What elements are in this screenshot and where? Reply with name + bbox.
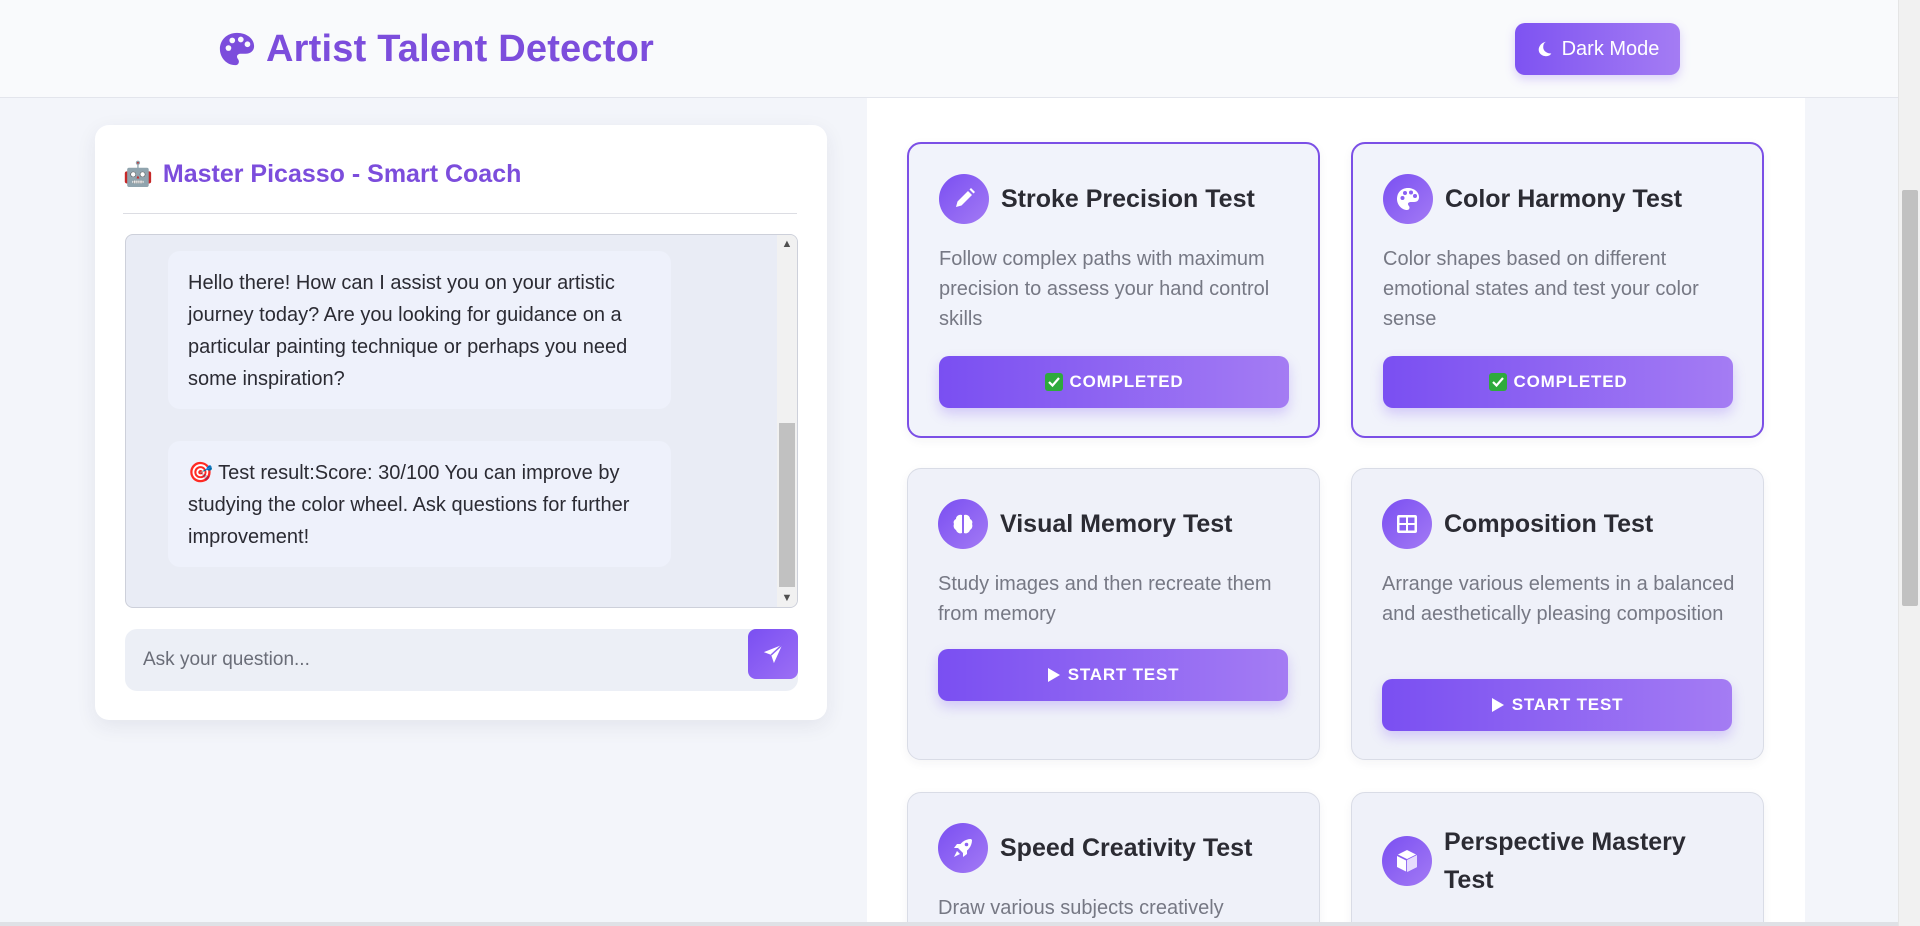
chat-messages[interactable]: Hello there! How can I assist you on you… [125, 234, 798, 608]
tests-panel: Stroke Precision Test Follow complex pat… [867, 98, 1805, 926]
play-icon [1047, 668, 1060, 682]
completed-button[interactable]: COMPLETED [1383, 356, 1733, 408]
send-button[interactable] [748, 629, 798, 679]
test-description: Color shapes based on different emotiona… [1383, 248, 1699, 330]
dark-mode-button[interactable]: Dark Mode [1515, 23, 1680, 75]
test-description: Draw various subjects creatively [938, 897, 1224, 919]
button-label: START TEST [1511, 695, 1624, 714]
chat-panel: 🤖 Master Picasso - Smart Coach Hello the… [95, 125, 827, 720]
palette-icon [219, 32, 255, 66]
test-title: Color Harmony Test [1445, 185, 1683, 213]
chat-header: 🤖 Master Picasso - Smart Coach [123, 157, 521, 191]
test-card-header: Visual Memory Test [938, 499, 1233, 549]
cube-icon [1382, 836, 1432, 886]
scroll-down-arrow-icon[interactable]: ▼ [777, 589, 797, 607]
chat-input-row [125, 629, 798, 691]
test-card-perspective-mastery: Perspective Mastery Test [1351, 792, 1764, 926]
palette-icon [1383, 174, 1433, 224]
test-description: Follow complex paths with maximum precis… [939, 248, 1270, 330]
test-title: Perspective Mastery Test [1444, 828, 1686, 894]
scroll-up-arrow-icon[interactable]: ▲ [777, 235, 797, 253]
test-title: Composition Test [1444, 510, 1654, 538]
test-card-speed-creativity: Speed Creativity Test Draw various subje… [907, 792, 1320, 926]
test-card-color-harmony: Color Harmony Test Color shapes based on… [1351, 142, 1764, 438]
button-label: COMPLETED [1513, 372, 1628, 391]
check-icon [1488, 373, 1507, 391]
robot-icon: 🤖 [123, 160, 153, 188]
chat-divider [123, 213, 797, 214]
chat-message: Hello there! How can I assist you on you… [168, 251, 671, 409]
dark-mode-label: Dark Mode [1561, 37, 1660, 60]
button-label: START TEST [1067, 665, 1180, 684]
pencil-icon [939, 174, 989, 224]
test-card-header: Color Harmony Test [1383, 174, 1682, 224]
test-card-visual-memory: Visual Memory Test Study images and then… [907, 468, 1320, 760]
test-title: Visual Memory Test [1000, 510, 1233, 538]
test-card-header: Stroke Precision Test [939, 174, 1255, 224]
start-test-button[interactable]: START TEST [1382, 679, 1732, 731]
window-bottom-edge [0, 922, 1898, 926]
moon-icon [1538, 41, 1551, 57]
test-card-header: Speed Creativity Test [938, 823, 1252, 873]
test-card-header: Composition Test [1382, 499, 1653, 549]
check-icon [1044, 373, 1063, 391]
grid-icon [1382, 499, 1432, 549]
button-label: COMPLETED [1069, 372, 1184, 391]
test-description: Study images and then recreate them from… [938, 573, 1272, 625]
play-icon [1491, 698, 1504, 712]
app-title: Artist Talent Detector [266, 27, 654, 70]
brand: Artist Talent Detector [218, 24, 654, 74]
start-test-button[interactable]: START TEST [938, 649, 1288, 701]
chat-title: Master Picasso - Smart Coach [162, 159, 522, 188]
page-scrollbar[interactable] [1898, 0, 1920, 926]
test-title: Speed Creativity Test [1000, 834, 1253, 862]
test-card-composition: Composition Test Arrange various element… [1351, 468, 1764, 760]
chat-question-input[interactable] [125, 629, 725, 691]
completed-button[interactable]: COMPLETED [939, 356, 1289, 408]
send-icon [763, 644, 783, 664]
test-card-header: Perspective Mastery Test [1382, 823, 1712, 899]
page-scrollbar-thumb[interactable] [1902, 190, 1918, 606]
rocket-icon [938, 823, 988, 873]
brain-icon [938, 499, 988, 549]
chat-scrollbar[interactable]: ▲ ▼ [777, 235, 797, 607]
chat-scrollbar-thumb[interactable] [779, 423, 795, 587]
test-description: Arrange various elements in a balanced a… [1382, 573, 1735, 625]
test-card-stroke-precision: Stroke Precision Test Follow complex pat… [907, 142, 1320, 438]
app-header: Artist Talent Detector Dark Mode [0, 0, 1898, 98]
test-title: Stroke Precision Test [1001, 185, 1255, 213]
chat-message: 🎯 Test result:Score: 30/100 You can impr… [168, 441, 671, 567]
